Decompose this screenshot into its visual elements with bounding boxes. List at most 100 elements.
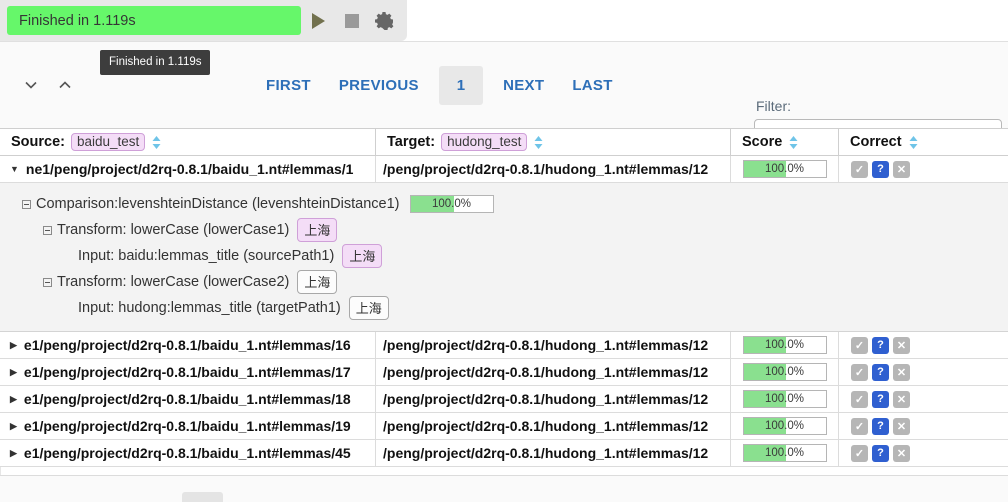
- correct-buttons: ✓? ✕: [851, 390, 910, 408]
- row-expand-caret-icon[interactable]: ▶: [10, 394, 17, 404]
- accept-button[interactable]: ✓: [851, 336, 868, 354]
- settings-button[interactable]: [370, 6, 400, 36]
- status-tooltip: Finished in 1.119s: [100, 50, 211, 75]
- detail-tree-node: Comparison:levenshteinDistance (levensht…: [0, 191, 1008, 217]
- tree-collapse-icon[interactable]: [22, 199, 31, 209]
- app-root: Finished in 1.119s FIRST PREVIOUS 1 NEXT…: [0, 0, 1008, 502]
- reject-button[interactable]: ✕: [893, 160, 910, 178]
- unknown-button[interactable]: ?: [872, 363, 889, 381]
- table-row[interactable]: ▶ e1/peng/project/d2rq-0.8.1/baidu_1.nt#l…: [0, 386, 1008, 413]
- score-value: 100.0%: [764, 447, 804, 459]
- detail-tree-node: Transform: lowerCase (lowerCase1) 上海: [0, 217, 1008, 243]
- column-header-correct[interactable]: Correct: [839, 129, 1008, 155]
- score-meter: 100.0%: [742, 336, 827, 354]
- correct-buttons: ✓? ✕: [851, 363, 910, 381]
- cell-correct: ✓? ✕: [839, 332, 1008, 358]
- pagination-last[interactable]: LAST: [558, 68, 626, 103]
- play-icon: [312, 12, 326, 29]
- column-header-source[interactable]: Source: baidu_test: [0, 129, 376, 155]
- accept-button[interactable]: ✓: [851, 444, 868, 462]
- cell-score: 100.0%: [731, 386, 839, 412]
- bottom-pagination-page-button[interactable]: [182, 492, 223, 502]
- score-value: 100.0%: [764, 163, 804, 175]
- detail-node-value-badge: 上海: [348, 296, 389, 320]
- cell-score: 100.0%: [731, 332, 839, 358]
- stop-button[interactable]: [337, 6, 367, 36]
- accept-button[interactable]: ✓: [851, 390, 868, 408]
- cell-correct: ✓? ✕: [839, 359, 1008, 385]
- table-row[interactable]: ▼ ne1/peng/project/d2rq-0.8.1/baidu_1.nt#…: [0, 156, 1008, 183]
- pagination-next[interactable]: NEXT: [489, 68, 558, 103]
- bottom-strip: [0, 476, 1008, 502]
- sort-icon-correct[interactable]: [908, 135, 919, 150]
- score-value: 100.0%: [764, 339, 804, 351]
- correct-buttons: ✓? ✕: [851, 336, 910, 354]
- row-expand-caret-icon[interactable]: ▶: [10, 340, 17, 350]
- chevron-up-icon: [59, 81, 71, 89]
- tree-collapse-icon[interactable]: [43, 277, 52, 287]
- target-uri: /peng/project/d2rq-0.8.1/hudong_1.nt#lem…: [383, 445, 709, 461]
- row-collapse-caret-icon[interactable]: ▼: [10, 164, 19, 174]
- run-toolbar: Finished in 1.119s: [0, 0, 407, 41]
- correct-buttons: ✓? ✕: [851, 417, 910, 435]
- expand-all-button[interactable]: [48, 68, 82, 102]
- accept-button[interactable]: ✓: [851, 417, 868, 435]
- sort-icon-target[interactable]: [533, 135, 544, 150]
- detail-node-label: Transform: lowerCase (lowerCase1): [57, 222, 290, 238]
- column-header-target[interactable]: Target: hudong_test: [376, 129, 731, 155]
- unknown-button[interactable]: ?: [872, 417, 889, 435]
- pagination-previous[interactable]: PREVIOUS: [325, 68, 433, 103]
- detail-tree-node: Transform: lowerCase (lowerCase2) 上海: [0, 269, 1008, 295]
- score-meter: 100.0%: [409, 195, 494, 213]
- accept-button[interactable]: ✓: [851, 363, 868, 381]
- expanded-detail-panel: Comparison:levenshteinDistance (levensht…: [0, 183, 1008, 332]
- reject-button[interactable]: ✕: [893, 336, 910, 354]
- source-uri: e1/peng/project/d2rq-0.8.1/baidu_1.nt#le…: [23, 391, 351, 407]
- unknown-button[interactable]: ?: [872, 336, 889, 354]
- source-uri: ne1/peng/project/d2rq-0.8.1/baidu_1.nt#l…: [25, 161, 354, 177]
- accept-button[interactable]: ✓: [851, 160, 868, 178]
- table-row[interactable]: ▶ e1/peng/project/d2rq-0.8.1/baidu_1.nt#l…: [0, 359, 1008, 386]
- table-row[interactable]: ▶ e1/peng/project/d2rq-0.8.1/baidu_1.nt#l…: [0, 440, 1008, 467]
- target-uri: /peng/project/d2rq-0.8.1/hudong_1.nt#lem…: [383, 391, 709, 407]
- row-expand-caret-icon[interactable]: ▶: [10, 367, 17, 377]
- collapse-all-button[interactable]: [14, 68, 48, 102]
- detail-node-value-badge: 上海: [297, 218, 338, 242]
- target-uri: /peng/project/d2rq-0.8.1/hudong_1.nt#lem…: [383, 364, 709, 380]
- cell-source: ▶ e1/peng/project/d2rq-0.8.1/baidu_1.nt#l…: [0, 440, 376, 466]
- sort-icon-source[interactable]: [151, 135, 162, 150]
- score-value: 100.0%: [764, 420, 804, 432]
- row-expand-caret-icon[interactable]: ▶: [10, 421, 17, 431]
- detail-node-value-badge: 上海: [297, 270, 338, 294]
- reject-button[interactable]: ✕: [893, 417, 910, 435]
- pagination-page-1[interactable]: 1: [438, 65, 484, 105]
- status-badge: Finished in 1.119s: [7, 6, 301, 35]
- unknown-button[interactable]: ?: [872, 390, 889, 408]
- reject-button[interactable]: ✕: [893, 390, 910, 408]
- table-row[interactable]: ▶ e1/peng/project/d2rq-0.8.1/baidu_1.nt#l…: [0, 413, 1008, 440]
- table-header-row: Source: baidu_test Target: hudong_test S…: [0, 128, 1008, 156]
- pagination-first[interactable]: FIRST: [252, 68, 325, 103]
- cell-source: ▼ ne1/peng/project/d2rq-0.8.1/baidu_1.nt#…: [0, 156, 376, 182]
- column-header-score[interactable]: Score: [731, 129, 839, 155]
- row-expand-caret-icon[interactable]: ▶: [10, 448, 17, 458]
- pagination-links: FIRST PREVIOUS 1 NEXT LAST: [252, 65, 627, 105]
- reject-button[interactable]: ✕: [893, 363, 910, 381]
- chevron-down-icon: [25, 81, 37, 89]
- cell-score: 100.0%: [731, 440, 839, 466]
- cell-correct: ✓? ✕: [839, 440, 1008, 466]
- table-row[interactable]: ▶ e1/peng/project/d2rq-0.8.1/baidu_1.nt#l…: [0, 332, 1008, 359]
- sort-icon-score[interactable]: [788, 135, 799, 150]
- cell-target: /peng/project/d2rq-0.8.1/hudong_1.nt#lem…: [376, 386, 731, 412]
- score-meter: 100.0%: [742, 390, 827, 408]
- score-meter: 100.0%: [742, 417, 827, 435]
- source-uri: e1/peng/project/d2rq-0.8.1/baidu_1.nt#le…: [23, 364, 351, 380]
- tree-collapse-icon[interactable]: [43, 225, 52, 235]
- unknown-button[interactable]: ?: [872, 160, 889, 178]
- reject-button[interactable]: ✕: [893, 444, 910, 462]
- bottom-divider: [0, 475, 1008, 476]
- source-uri: e1/peng/project/d2rq-0.8.1/baidu_1.nt#le…: [23, 337, 351, 353]
- run-button[interactable]: [304, 6, 334, 36]
- cell-score: 100.0%: [731, 359, 839, 385]
- unknown-button[interactable]: ?: [872, 444, 889, 462]
